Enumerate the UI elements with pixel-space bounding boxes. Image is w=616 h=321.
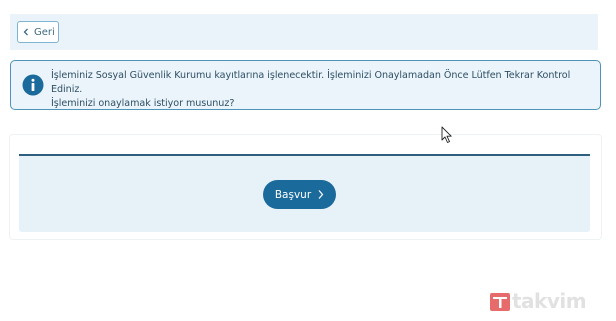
alert-message-line-1: İşleminiz Sosyal Güvenlik Kurumu kayıtla… (51, 70, 571, 95)
takvim-watermark: takvim (490, 289, 610, 315)
apply-button[interactable]: Başvur (263, 180, 336, 209)
info-alert: İşleminiz Sosyal Güvenlik Kurumu kayıtla… (10, 60, 601, 110)
apply-button-label: Başvur (274, 188, 312, 201)
back-bar: Geri (10, 14, 598, 50)
chevron-right-icon (318, 190, 324, 199)
back-button-label: Geri (34, 26, 55, 38)
back-button[interactable]: Geri (17, 21, 59, 43)
watermark-text: takvim (512, 289, 587, 313)
mouse-pointer-icon (441, 126, 452, 143)
info-icon (22, 74, 44, 96)
alert-message-line-2: İşleminizi onaylamak istiyor musunuz? (51, 98, 235, 109)
alert-message: İşleminiz Sosyal Güvenlik Kurumu kayıtla… (51, 69, 596, 111)
takvim-logo-icon (490, 293, 510, 311)
chevron-left-icon (23, 28, 28, 36)
page: Geri İşleminiz Sosyal Güvenlik Kurumu ka… (0, 0, 616, 321)
